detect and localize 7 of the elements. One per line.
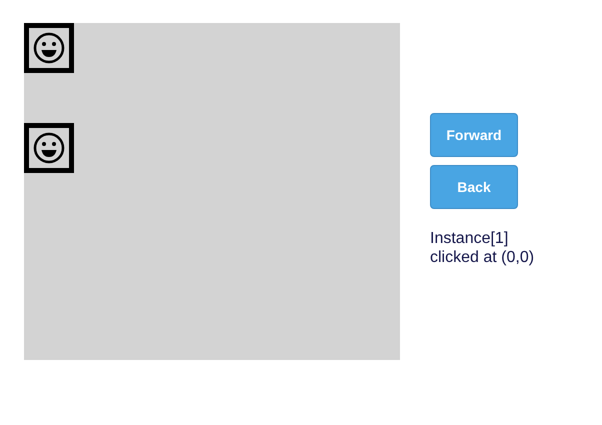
smiley-icon <box>33 32 65 64</box>
smiley-icon <box>33 132 65 164</box>
smiley-tile[interactable] <box>24 123 74 173</box>
status-text: Instance[1] clicked at (0,0) <box>430 229 536 268</box>
smiley-tile[interactable] <box>24 23 74 73</box>
forward-button[interactable]: Forward <box>430 113 518 157</box>
back-button[interactable]: Back <box>430 165 518 209</box>
